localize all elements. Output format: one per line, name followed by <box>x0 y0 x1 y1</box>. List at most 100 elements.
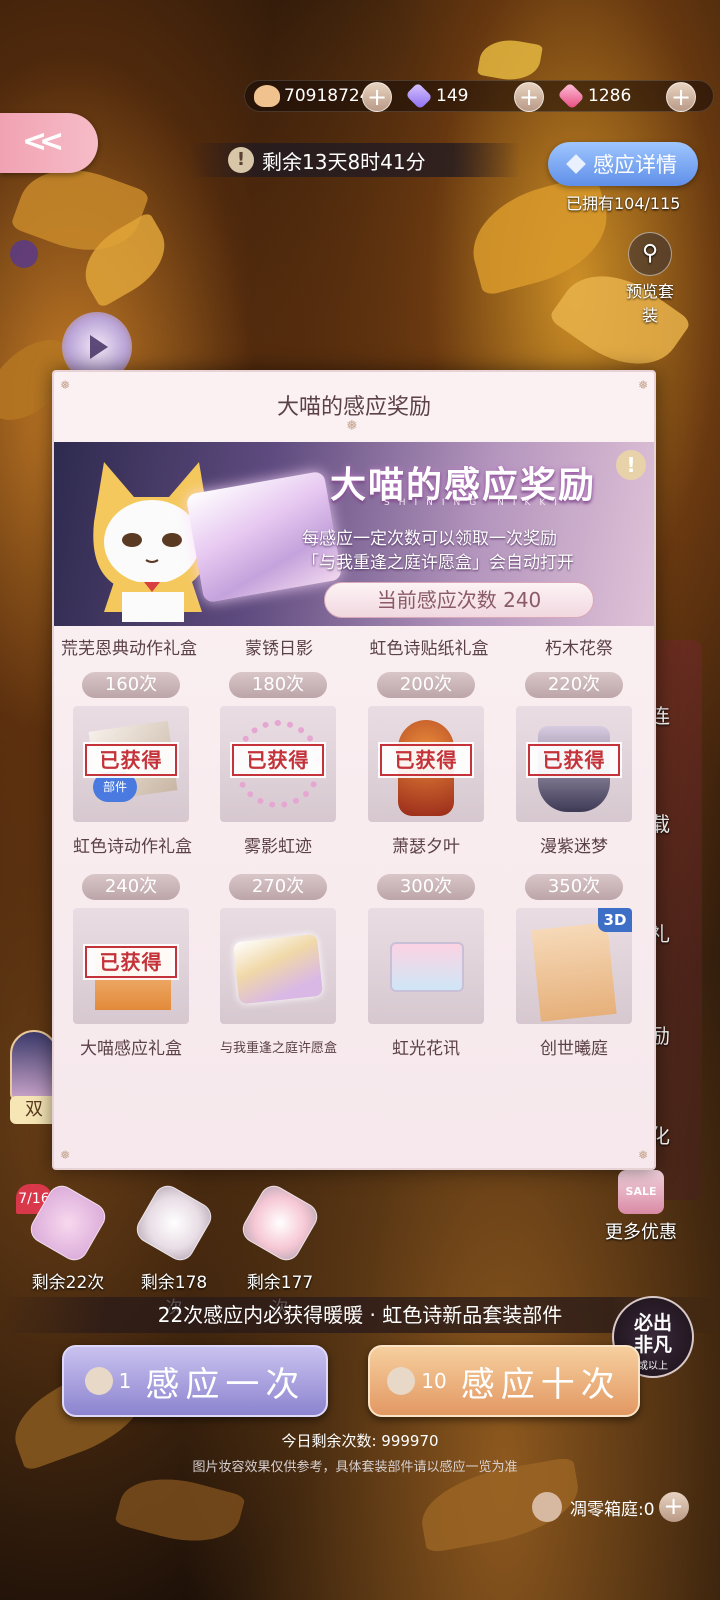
draw-ten-cost: 10 <box>421 1369 447 1393</box>
warning-icon: ! <box>228 147 254 173</box>
more-offers-label: 更多优惠 <box>605 1222 677 1243</box>
current-count-label: 当前感应次数 240 <box>324 582 594 618</box>
reward-thumb: 部件 已获得 <box>73 706 189 822</box>
cat-coin-icon <box>254 85 280 107</box>
reward-name: 雾影虹迹 <box>244 837 312 857</box>
reward-name: 大喵感应礼盒 <box>80 1039 182 1059</box>
count-badge: 270次 <box>229 874 327 900</box>
info-button[interactable]: ! <box>616 450 646 480</box>
reward-cell[interactable]: 180次 已获得 雾影虹迹 <box>220 672 336 857</box>
reward-name: 虹光花讯 <box>392 1039 460 1059</box>
count-badge: 350次 <box>525 874 623 900</box>
owned-count: 已拥有104/115 <box>566 194 681 213</box>
back-button[interactable]: << <box>0 113 98 173</box>
disclaimer: 图片妆容效果仅供参考，具体套装部件请以感应一览为准 <box>192 1460 518 1475</box>
reward-thumb: 已获得 <box>73 908 189 1024</box>
reward-name: 虹色诗贴纸礼盒 <box>369 639 489 659</box>
add-coins-button[interactable]: + <box>362 82 392 112</box>
count-badge: 180次 <box>229 672 327 698</box>
sale-bag-icon: SALE <box>618 1170 664 1214</box>
reward-thumb: 已获得 <box>220 706 336 822</box>
count-badge: 200次 <box>377 672 475 698</box>
reward-cell[interactable]: 300次 虹光花讯 <box>368 874 484 1059</box>
coin-value: 70918724 <box>284 86 371 106</box>
previous-row-names: 荒芜恩典动作礼盒 蒙锈日影 虹色诗贴纸礼盒 朽木花祭 <box>54 634 654 659</box>
count-badge: 160次 <box>82 672 180 698</box>
pink-diamond-icon <box>557 82 585 110</box>
claimed-stamp: 已获得 <box>232 744 324 776</box>
remaining-label: 剩余22次 <box>31 1273 105 1293</box>
claimed-stamp: 已获得 <box>85 946 177 978</box>
box-counter: 凋零箱庭:0 + <box>532 1490 689 1524</box>
3d-tag: 3D <box>598 908 632 932</box>
diamond-value: 149 <box>436 86 469 106</box>
event-timer: ! 剩余13天8时41分 <box>190 143 520 177</box>
banner-desc-line2: 「与我重逢之庭许愿盒」会自动打开 <box>302 553 574 573</box>
reward-name: 蒙锈日影 <box>245 639 313 659</box>
reward-thumb: 3D <box>516 908 632 1024</box>
box-count-label: 凋零箱庭:0 <box>570 1499 655 1520</box>
preview-label: 预览套装 <box>625 282 674 325</box>
accessory-icon <box>237 1180 323 1266</box>
draw-once-button[interactable]: 1 感应一次 <box>62 1345 328 1417</box>
badge-line1: 必出 <box>633 1312 672 1334</box>
claimed-stamp: 已获得 <box>85 744 177 776</box>
purple-diamond-icon <box>405 82 433 110</box>
add-crystals-button[interactable]: + <box>666 82 696 112</box>
claimed-stamp: 已获得 <box>380 744 472 776</box>
reward-thumb: 已获得 <box>368 706 484 822</box>
crystal-value: 1286 <box>588 86 632 106</box>
reward-name: 与我重逢之庭许愿盒 <box>220 1041 338 1056</box>
coin-counter: 70918724 <box>254 82 371 110</box>
part-tag: 部件 <box>93 772 137 802</box>
snowflake-icon: ❅ <box>346 418 358 434</box>
add-box-button[interactable]: + <box>658 1492 689 1522</box>
accessory-icon <box>131 1180 217 1266</box>
induction-detail-button[interactable]: 感应详情 <box>548 142 698 186</box>
reward-banner: 大喵的感应奖励 SHINING NIKKI 每感应一定次数可以领取一次奖励 「与… <box>54 442 654 626</box>
modal-title: 大喵的感应奖励 <box>276 395 431 420</box>
double-chevron-left-icon: << <box>22 124 64 159</box>
corner-ornament-icon: ❅ <box>637 1148 648 1162</box>
draw-ten-button[interactable]: 10 感应十次 <box>368 1345 640 1417</box>
magnifier-icon: ⚲ <box>628 232 672 276</box>
reward-name: 萧瑟夕叶 <box>392 837 460 857</box>
reward-cell[interactable]: 240次 已获得 大喵感应礼盒 <box>73 874 189 1059</box>
daily-remaining: 今日剩余次数: 999970 <box>281 1432 439 1450</box>
reward-name: 创世曦庭 <box>540 1039 608 1059</box>
reward-modal: ❅ ❅ ❅ ❅ 大喵的感应奖励 ❅ 大喵的感应奖励 SHINING NIKKI … <box>52 370 656 1170</box>
play-icon <box>90 335 108 359</box>
count-badge: 220次 <box>525 672 623 698</box>
diamond-counter: 149 <box>405 82 469 110</box>
draw-once-cost: 1 <box>118 1369 132 1393</box>
reward-cell[interactable]: 160次 部件 已获得 虹色诗动作礼盒 <box>73 672 192 857</box>
banner-desc-line1: 每感应一定次数可以领取一次奖励 <box>302 529 557 549</box>
reward-cell[interactable]: 220次 已获得 漫紫迷梦 <box>516 672 632 857</box>
corner-ornament-icon: ❅ <box>60 1148 71 1162</box>
reward-cell[interactable]: 350次 3D 创世曦庭 <box>516 874 632 1059</box>
reward-name: 虹色诗动作礼盒 <box>73 837 192 857</box>
reward-cell[interactable]: 270次 与我重逢之庭许愿盒 <box>220 874 338 1056</box>
cat-token-icon <box>84 1367 113 1395</box>
banner-subtitle: SHINING NIKKI <box>384 498 566 508</box>
reward-thumb: 已获得 <box>516 706 632 822</box>
count-badge: 300次 <box>377 874 475 900</box>
mini-reward-1[interactable]: 剩余22次 <box>25 1180 111 1293</box>
reward-name: 朽木花祭 <box>545 639 613 659</box>
timer-label: 剩余13天8时41分 <box>262 149 426 174</box>
count-badge: 240次 <box>82 874 180 900</box>
diamond-icon <box>566 154 586 174</box>
more-offers-button[interactable]: SALE 更多优惠 <box>596 1170 686 1244</box>
detail-label: 感应详情 <box>593 153 677 177</box>
badge-line2: 非凡 <box>633 1334 672 1356</box>
reward-name: 荒芜恩典动作礼盒 <box>61 639 197 659</box>
reward-name: 漫紫迷梦 <box>540 837 608 857</box>
add-diamonds-button[interactable]: + <box>514 82 544 112</box>
draw-ten-label: 感应十次 <box>460 1364 621 1405</box>
dress-icon <box>25 1180 111 1266</box>
preview-suit-button[interactable]: ⚲ 预览套装 <box>620 232 680 326</box>
reward-thumb <box>368 908 484 1024</box>
reward-cell[interactable]: 200次 已获得 萧瑟夕叶 <box>368 672 484 857</box>
claimed-stamp: 已获得 <box>528 744 620 776</box>
avatar <box>532 1492 562 1522</box>
